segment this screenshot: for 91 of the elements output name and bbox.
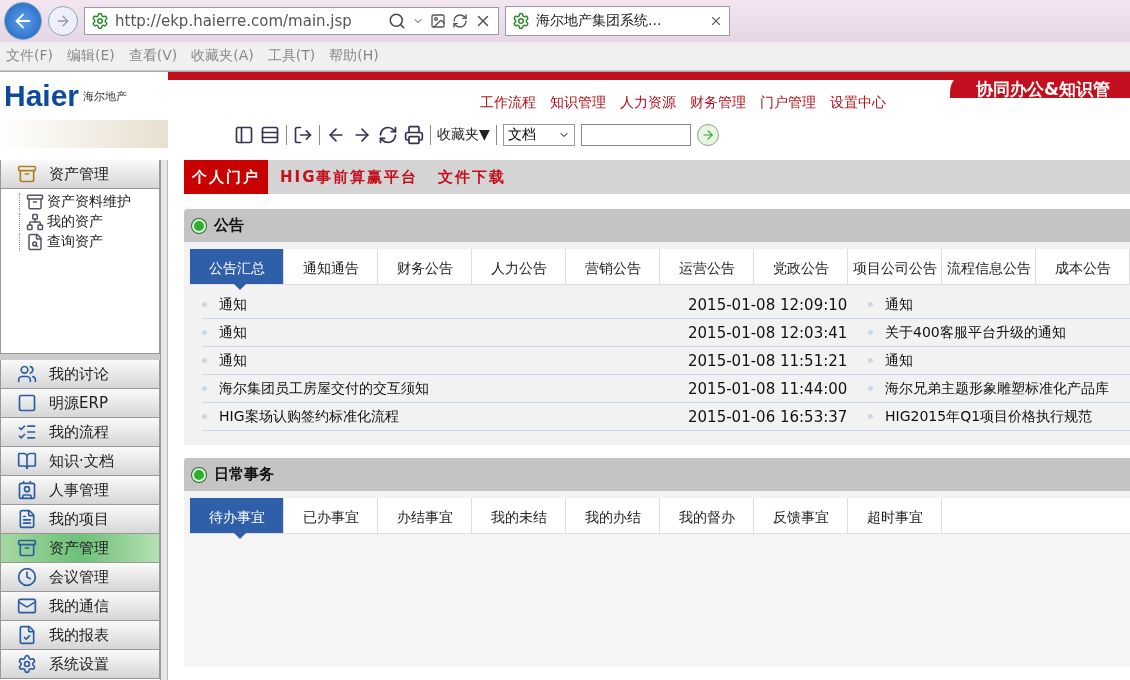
notice-link[interactable]: 关于400客服平台升级的通知 [885, 323, 1066, 342]
sidebar-item[interactable]: 我的流程 [0, 418, 160, 447]
sidebar-item[interactable]: 人事管理 [0, 476, 160, 505]
site-icon [512, 12, 530, 30]
bullet-icon [202, 330, 207, 335]
site-icon [91, 12, 109, 30]
right-arrow-icon [55, 13, 71, 29]
square-icon [17, 393, 37, 413]
sidebar-item[interactable]: 我的通信 [0, 592, 160, 621]
nav-link[interactable]: 人力资源 [620, 94, 676, 116]
list-icon [17, 422, 37, 442]
notice-link[interactable]: 通知 [219, 323, 247, 342]
clock-icon [17, 567, 37, 587]
exit-icon[interactable] [293, 125, 313, 145]
notice-time: 2015-01-08 11:44:00 [688, 379, 849, 398]
bullet-icon [202, 386, 207, 391]
back-button[interactable] [4, 2, 42, 40]
close-icon[interactable] [709, 14, 723, 28]
logo: Haier [4, 79, 80, 113]
tab-title: 海尔地产集团系统... [536, 12, 663, 30]
sidebar-item[interactable]: 我的项目 [0, 505, 160, 534]
bullet-icon [202, 302, 207, 307]
bullet-icon [202, 358, 207, 363]
tab-pointer-icon [234, 284, 246, 290]
archive-icon [26, 193, 44, 211]
panel-title: 公告 [214, 216, 244, 235]
archive-icon [17, 538, 37, 558]
portal-tab[interactable]: HIG事前算赢平台 [272, 160, 427, 194]
notice-link[interactable]: 海尔兄弟主题形象雕塑标准化产品库 [885, 379, 1109, 398]
sidebar-item[interactable]: 资产管理 [0, 534, 160, 563]
logo-subtitle: 海尔地产 [83, 88, 128, 104]
notice-link[interactable]: 通知 [885, 295, 913, 314]
sidebar-item[interactable]: 知识·文档 [0, 447, 160, 476]
mail-icon [17, 596, 37, 616]
book-icon [17, 451, 37, 471]
users-icon [17, 364, 37, 384]
notice-link[interactable]: HIG案场认购签约标准化流程 [219, 407, 399, 426]
bullet-icon [868, 358, 873, 363]
bullet-icon [868, 414, 873, 419]
sidebar-item[interactable]: 明源ERP [0, 389, 160, 418]
notice-link[interactable]: HIG2015年Q1项目价格执行规范 [885, 407, 1093, 426]
notice-link[interactable]: 海尔集团员工房屋交付的交互须知 [219, 379, 429, 398]
notice-link[interactable]: 通知 [219, 295, 247, 314]
refresh-icon[interactable] [452, 13, 468, 29]
go-button[interactable] [696, 124, 719, 146]
notice-time: 2015-01-08 12:09:10 [688, 295, 849, 314]
tree-item[interactable]: 资产资料维护 [19, 193, 159, 211]
favorites-menu[interactable]: 收藏夹▼ [437, 126, 490, 144]
portal-tab[interactable]: 文件下载 [430, 160, 515, 194]
search-field[interactable] [580, 124, 691, 146]
status-dot [192, 467, 206, 482]
portal-tab[interactable]: 个人门户 [184, 160, 268, 194]
contact-icon [17, 480, 37, 500]
bullet-icon [868, 302, 873, 307]
notice-link[interactable]: 通知 [219, 351, 247, 370]
sidebar-item[interactable]: 我的报表 [0, 621, 160, 650]
panel-icon[interactable] [234, 125, 254, 145]
nav-link[interactable]: 知识管理 [550, 94, 606, 116]
network-icon [26, 213, 44, 231]
settings-icon [17, 654, 37, 674]
browser-tab[interactable]: 海尔地产集团系统... [505, 6, 730, 36]
tree-item[interactable]: 我的资产 [19, 213, 159, 231]
panel-title: 日常事务 [214, 465, 274, 484]
image-icon[interactable] [430, 13, 446, 29]
status-dot [192, 218, 206, 233]
sidebar-item[interactable]: 系统设置 [0, 650, 160, 679]
scope-select[interactable]: 文档 [502, 124, 575, 146]
address-field[interactable]: http://ekp.haierre.com/main.jsp [84, 7, 499, 35]
notice-time: 2015-01-06 16:53:37 [688, 407, 849, 426]
bullet-icon [202, 414, 207, 419]
notice-time: 2015-01-08 12:03:41 [688, 323, 849, 342]
search-document-icon [26, 233, 44, 251]
document-icon [17, 509, 37, 529]
notice-link[interactable]: 通知 [885, 351, 913, 370]
sidebar-group-header[interactable]: 资产管理 [0, 160, 160, 189]
archive-icon [17, 164, 37, 184]
nav-link[interactable]: 设置中心 [830, 94, 886, 116]
nav-link[interactable]: 工作流程 [480, 94, 536, 116]
refresh-icon[interactable] [378, 125, 398, 145]
printer-icon[interactable] [404, 125, 424, 145]
bullet-icon [868, 386, 873, 391]
notice-time: 2015-01-08 11:51:21 [688, 351, 849, 370]
bullet-icon [868, 330, 873, 335]
checked-document-icon [17, 625, 37, 645]
nav-link[interactable]: 门户管理 [760, 94, 816, 116]
tree-item[interactable]: 查询资产 [19, 233, 159, 251]
sidebar-item[interactable]: 我的讨论 [0, 360, 160, 389]
search-icon[interactable] [388, 12, 406, 30]
rows-icon[interactable] [260, 125, 280, 145]
nav-link[interactable]: 财务管理 [690, 94, 746, 116]
sidebar-item[interactable]: 会议管理 [0, 563, 160, 592]
